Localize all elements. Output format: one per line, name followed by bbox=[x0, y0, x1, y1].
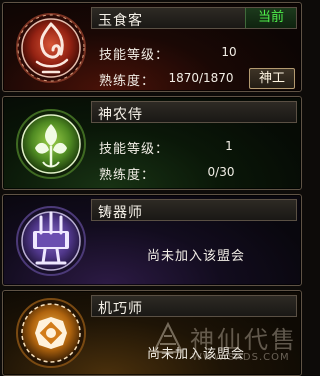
skill-level-value: 1 bbox=[225, 139, 233, 153]
profession-name: 机巧师 bbox=[98, 301, 143, 317]
profession-title-bar: 铸器师 bbox=[91, 199, 297, 221]
profession-name: 玉食客 bbox=[98, 13, 143, 29]
profession-title-bar: 机巧师 bbox=[91, 295, 297, 317]
skill-level-label: 技能等级： bbox=[99, 48, 170, 63]
profession-panel-zhuqishi: 铸器师 尚未加入该盟会 bbox=[2, 194, 302, 286]
skill-level-value: 10 bbox=[221, 45, 237, 59]
weapon-rack-icon bbox=[16, 206, 86, 276]
profession-title-bar: 玉食客 当前 bbox=[91, 7, 297, 29]
watermark-text: 神仙代售 bbox=[190, 326, 298, 354]
profession-name: 神农侍 bbox=[98, 107, 143, 123]
profession-title-bar: 神农侍 bbox=[91, 101, 297, 123]
watermark-logo-icon bbox=[152, 321, 184, 353]
not-joined-notice: 尚未加入该盟会 bbox=[146, 249, 245, 264]
profession-name: 铸器师 bbox=[98, 205, 143, 221]
proficiency-value: 1870/1870 bbox=[168, 71, 234, 85]
rank-button[interactable]: 神工 bbox=[249, 68, 295, 89]
proficiency-label: 熟练度： bbox=[99, 74, 156, 89]
current-badge: 当前 bbox=[245, 8, 296, 28]
watermark-url: WWW.SXDS.COM bbox=[192, 352, 290, 363]
skill-level-label: 技能等级： bbox=[99, 142, 170, 157]
profession-panel-yushike: 玉食客 当前 技能等级： 10 熟练度： 1870/1870 神工 bbox=[2, 2, 302, 92]
flame-dragon-icon bbox=[16, 13, 86, 83]
proficiency-label: 熟练度： bbox=[99, 168, 156, 183]
proficiency-value: 0/30 bbox=[207, 165, 235, 179]
gear-mechanism-icon bbox=[16, 298, 86, 368]
herb-leaf-icon bbox=[16, 109, 86, 179]
profession-panel-shennongshi: 神农侍 技能等级： 1 熟练度： 0/30 bbox=[2, 96, 302, 190]
